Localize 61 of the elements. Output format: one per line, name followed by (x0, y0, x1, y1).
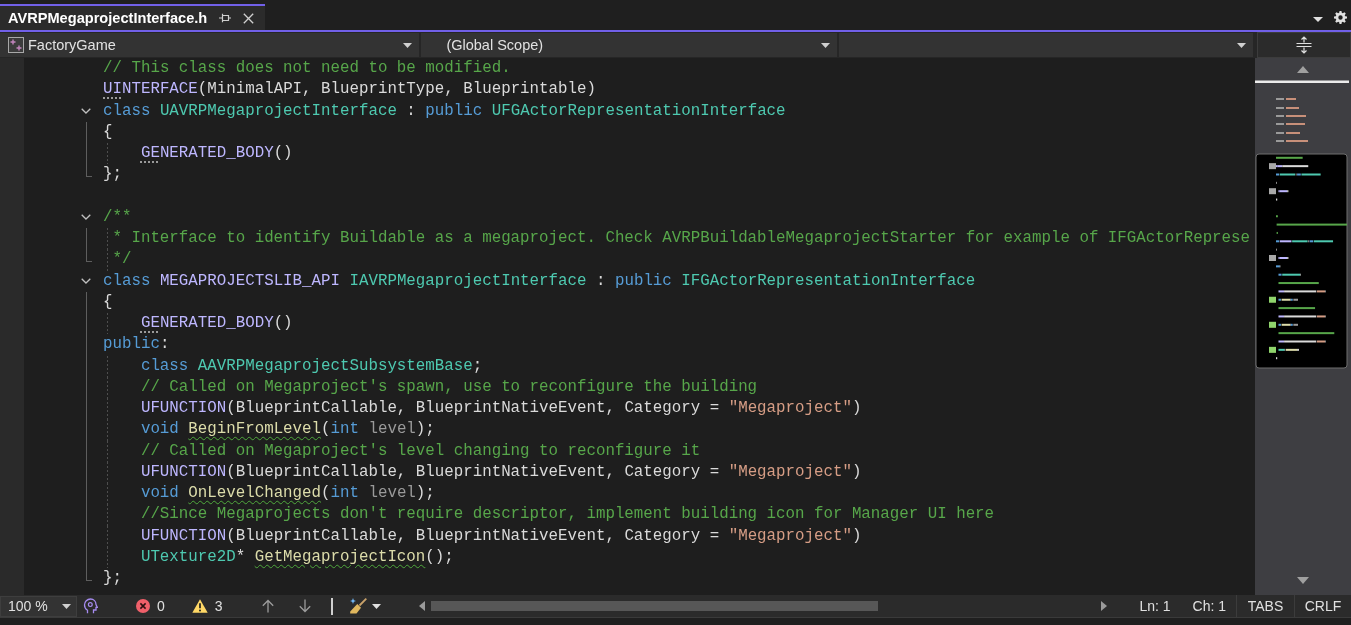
caret-icon[interactable] (371, 603, 381, 609)
caret-icon (403, 42, 413, 48)
code-line: /** (103, 206, 132, 228)
code-line: { (103, 121, 113, 143)
brush-icon[interactable] (348, 598, 367, 614)
code-line: { (103, 291, 113, 313)
scroll-down-icon[interactable] (1297, 577, 1309, 584)
code-line: void OnLevelChanged(int level); (140, 483, 435, 504)
split-window-button[interactable] (1257, 32, 1351, 58)
code-line: */ (112, 249, 132, 271)
split-arrows-icon (1296, 36, 1313, 54)
file-tab[interactable]: AVRPMegaprojectInterface.h (0, 4, 266, 30)
down-arrow-icon[interactable] (298, 599, 311, 613)
warning-icon[interactable] (191, 599, 208, 613)
caret-icon[interactable] (1313, 16, 1323, 22)
scroll-right-icon[interactable] (1100, 601, 1107, 611)
code-line: // Called on Megaproject's level changing to reconfigure it (140, 440, 701, 462)
chevron-down-icon[interactable] (81, 278, 91, 285)
indentation-button[interactable]: TABS (1236, 595, 1294, 617)
code-line: UFUNCTION(BlueprintCallable, BlueprintNativeEvent, Category = "Megaproject") (140, 461, 862, 483)
code-line: GENERATED_BODY() (140, 313, 293, 334)
warning-count: 3 (214, 598, 223, 614)
code-line: }; (103, 164, 122, 186)
plus-square-icon (8, 37, 24, 53)
up-arrow-icon[interactable] (261, 599, 274, 613)
code-line: class UAVRPMegaprojectInterface : public UFGActorRepresentationInterface (103, 100, 786, 122)
caret-icon (820, 42, 830, 48)
line-ending-button[interactable]: CRLF (1294, 595, 1351, 617)
error-icon[interactable] (136, 599, 150, 613)
column-indicator: Ch: 1 (1192, 598, 1226, 614)
scroll-up-icon[interactable] (1297, 66, 1309, 73)
code-line: //Since Megaprojects don't require descriptor, implement building icon for Manager UI here (140, 504, 995, 526)
code-line: UINTERFACE(MinimalAPI, BlueprintType, Blueprintable) (103, 79, 596, 101)
code-line: GENERATED_BODY() (140, 143, 293, 164)
caret-icon (1237, 42, 1247, 48)
code-line: class AAVRPMegaprojectSubsystemBase; (140, 355, 483, 377)
zoom-dropdown[interactable]: 100 % (0, 595, 77, 617)
scrollbar-thumb[interactable] (430, 601, 878, 611)
code-line: }; (103, 568, 122, 589)
code-line: class MEGAPROJECTSLIB_API IAVRPMegaprojectInterface : public IFGActorRepresentationInterface (103, 270, 976, 292)
code-line: UFUNCTION(BlueprintCallable, BlueprintNativeEvent, Category = "Megaproject") (140, 398, 862, 419)
code-line: UTexture2D* GetMegaprojectIcon(); (140, 546, 454, 568)
scope-dropdown[interactable]: (Global Scope) (421, 33, 837, 57)
error-count: 0 (157, 598, 165, 614)
close-icon[interactable] (243, 12, 255, 24)
code-line: // This class does not need to be modified. (103, 58, 511, 79)
line-indicator: Ln: 1 (1139, 598, 1171, 614)
vertical-scrollbar[interactable] (1255, 58, 1351, 595)
code-line: void BeginFromLevel(int level); (140, 419, 435, 441)
project-dropdown[interactable]: FactoryGame (0, 33, 420, 57)
code-line: UFUNCTION(BlueprintCallable, BlueprintNativeEvent, Category = "Megaproject") (140, 525, 862, 547)
chevron-down-icon[interactable] (81, 214, 91, 221)
caret-icon (62, 603, 71, 609)
scroll-left-icon[interactable] (418, 601, 425, 611)
code-line: public: (103, 334, 170, 356)
head-icon[interactable] (82, 598, 98, 614)
code-line: // Called on Megaproject's spawn, use to reconfigure the building (140, 376, 758, 398)
code-line: * Interface to identify Buildable as a megaproject. Check AVRPBuildableMegaprojectStarter for example of IFGActorReprese (112, 228, 1251, 249)
pin-icon[interactable] (219, 13, 232, 23)
settings-icon[interactable] (1334, 11, 1347, 24)
chevron-down-icon[interactable] (81, 108, 91, 115)
